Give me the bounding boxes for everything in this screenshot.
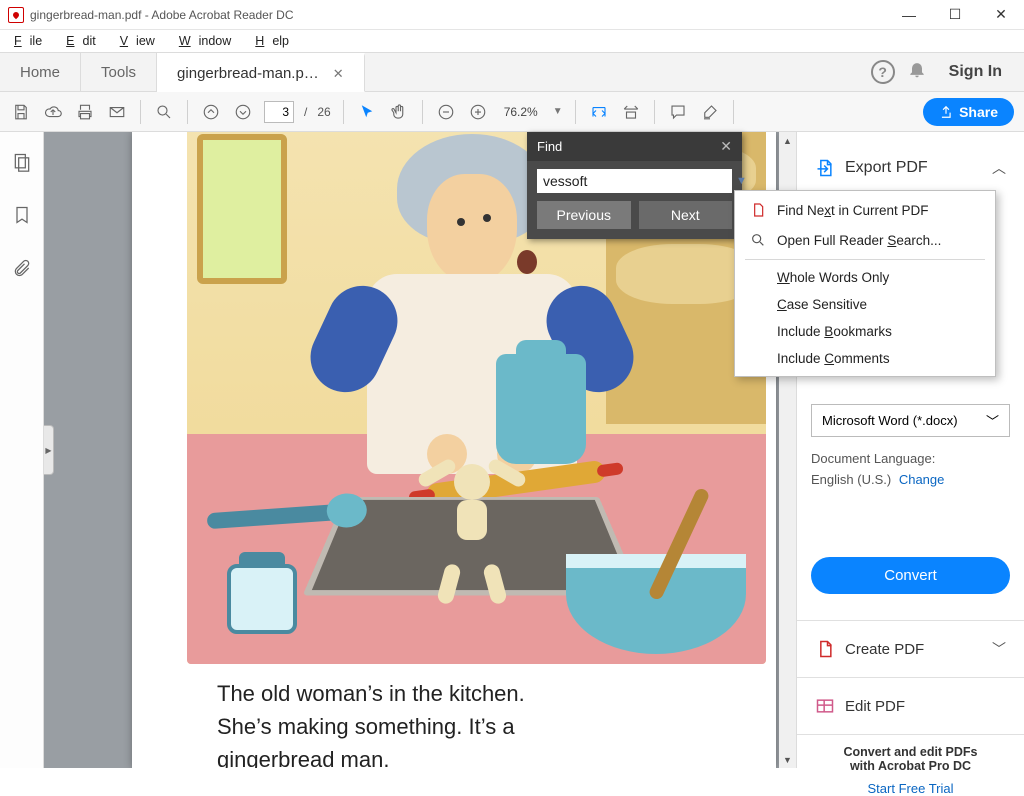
story-line-3: gingerbread man. [217,743,676,768]
export-pdf-section[interactable]: Export PDF ︿ [811,148,1010,188]
export-format-value: Microsoft Word (*.docx) [822,413,958,428]
window-minimize-button[interactable]: — [886,0,932,29]
menu-help[interactable]: Help [247,32,305,50]
scroll-down-icon[interactable]: ▼ [779,751,796,768]
edit-pdf-section[interactable]: Edit PDF [811,686,1010,726]
document-language-value: English (U.S.) [811,472,891,487]
tab-document[interactable]: gingerbread-man.p… ✕ [157,53,365,92]
menu-include-bookmarks[interactable]: Include Bookmarks [735,318,995,345]
menu-find-next-in-pdf[interactable]: Find Next in Current PDF [735,195,995,225]
search-icon [749,231,767,249]
chevron-up-icon: ︿ [992,158,1006,178]
find-title: Find [537,139,562,154]
page-separator: / [304,105,307,119]
menu-window[interactable]: Window [171,32,247,50]
window-titlebar: gingerbread-man.pdf - Adobe Acrobat Read… [0,0,1024,30]
attachments-icon[interactable] [12,258,32,283]
chevron-down-icon: ﹀ [986,411,999,430]
start-free-trial-link[interactable]: Start Free Trial [811,781,1010,796]
zoom-value[interactable]: 76.2% [499,102,543,122]
export-pdf-label: Export PDF [845,159,928,177]
menu-case-sensitive[interactable]: Case Sensitive [735,291,995,318]
zoom-out-icon[interactable] [435,101,457,123]
page-down-icon[interactable] [232,101,254,123]
footer-line-2: with Acrobat Pro DC [850,759,971,773]
story-line-1: The old woman’s in the kitchen. [217,677,676,710]
app-icon [8,7,24,23]
menu-whole-words-only[interactable]: Whole Words Only [735,264,995,291]
fit-width-icon[interactable] [588,101,610,123]
email-icon[interactable] [106,101,128,123]
create-pdf-icon [815,639,835,659]
tab-document-close-icon[interactable]: ✕ [333,66,344,82]
convert-button[interactable]: Convert [811,557,1010,594]
print-icon[interactable] [74,101,96,123]
page-number-input[interactable] [264,101,294,123]
menu-view[interactable]: View [112,32,171,50]
save-icon[interactable] [10,101,32,123]
document-language-label: Document Language: [811,451,1010,466]
sidebar-expand-handle[interactable]: ▶ [44,425,54,475]
page-up-icon[interactable] [200,101,222,123]
window-maximize-button[interactable]: ☐ [932,0,978,29]
create-pdf-label: Create PDF [845,641,924,658]
chevron-down-icon: ﹀ [992,639,1006,659]
find-options-dropdown-icon[interactable]: ▼ [730,175,753,187]
change-language-link[interactable]: Change [899,472,945,487]
zoom-dropdown-icon[interactable]: ▼ [553,106,563,117]
toolbar: / 26 76.2% ▼ Share [0,92,1024,132]
tab-home[interactable]: Home [0,53,81,91]
menu-edit[interactable]: Edit [58,32,112,50]
edit-pdf-icon [815,696,835,716]
help-icon[interactable]: ? [871,60,895,84]
reading-mode-icon[interactable] [620,101,642,123]
thumbnails-icon[interactable] [12,152,32,177]
pdf-file-icon [749,201,767,219]
tab-document-label: gingerbread-man.p… [177,65,319,82]
scroll-up-icon[interactable]: ▲ [779,132,796,149]
cloud-upload-icon[interactable] [42,101,64,123]
share-label: Share [959,104,998,120]
find-next-button[interactable]: Next [639,201,733,229]
edit-pdf-label: Edit PDF [845,698,905,715]
find-close-icon[interactable]: ✕ [720,138,732,155]
window-close-button[interactable]: ✕ [978,0,1024,29]
share-button[interactable]: Share [923,98,1014,126]
find-panel: Find ✕ ▼ Previous Next [527,132,742,239]
create-pdf-section[interactable]: Create PDF ﹀ [811,629,1010,669]
find-options-menu: Find Next in Current PDF Open Full Reade… [734,190,996,377]
tabbar: Home Tools gingerbread-man.p… ✕ ? Sign I… [0,52,1024,92]
menubar: File Edit View Window Help [0,30,1024,52]
footer-line-1: Convert and edit PDFs [843,745,977,759]
menu-include-comments[interactable]: Include Comments [735,345,995,372]
menu-file[interactable]: File [6,32,58,50]
tab-tools[interactable]: Tools [81,53,157,91]
bookmarks-icon[interactable] [12,205,32,230]
notifications-icon[interactable] [907,59,927,85]
find-input[interactable] [537,169,730,193]
window-title: gingerbread-man.pdf - Adobe Acrobat Read… [30,8,886,22]
find-icon[interactable] [153,101,175,123]
left-sidebar [0,132,44,768]
hand-tool-icon[interactable] [388,101,410,123]
export-format-select[interactable]: Microsoft Word (*.docx) ﹀ [811,404,1010,437]
sign-in-button[interactable]: Sign In [939,63,1012,81]
select-tool-icon[interactable] [356,101,378,123]
zoom-in-icon[interactable] [467,101,489,123]
highlight-icon[interactable] [699,101,721,123]
menu-open-full-search[interactable]: Open Full Reader Search... [735,225,995,255]
comment-icon[interactable] [667,101,689,123]
export-pdf-icon [815,158,835,178]
page-total: 26 [317,105,330,119]
page-text: The old woman’s in the kitchen. She’s ma… [217,677,676,768]
find-previous-button[interactable]: Previous [537,201,631,229]
story-line-2: She’s making something. It’s a [217,710,676,743]
